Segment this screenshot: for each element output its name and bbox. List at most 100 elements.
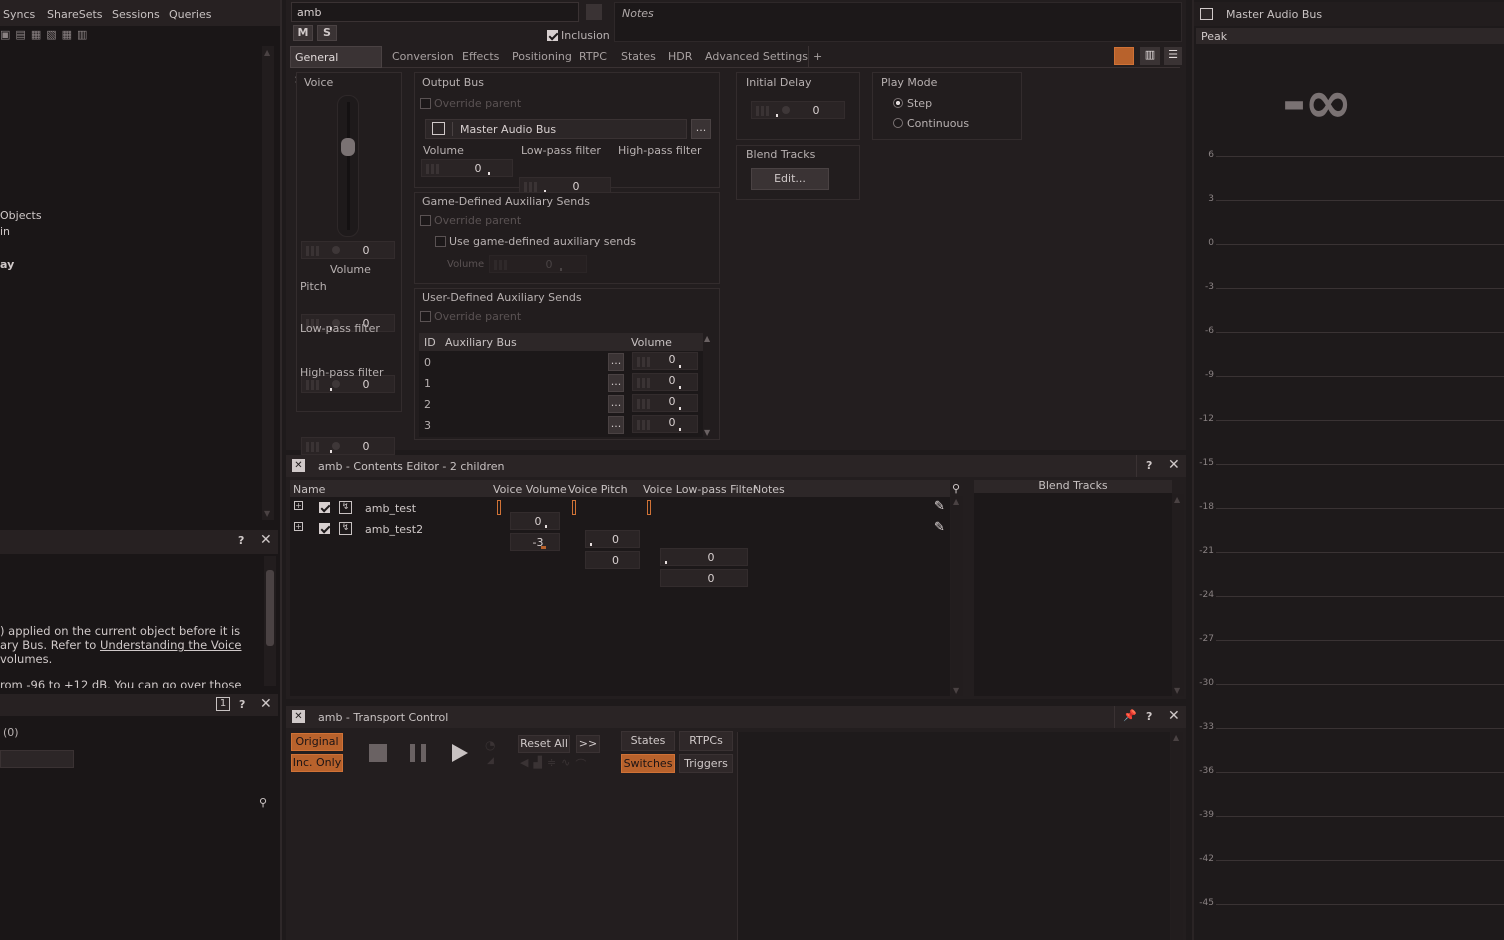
aux-browse-button[interactable]: ... bbox=[608, 374, 624, 392]
close-icon-4[interactable]: ✕ bbox=[1168, 708, 1180, 724]
help-icon-4[interactable]: ? bbox=[1146, 710, 1152, 723]
play-icon[interactable] bbox=[452, 744, 468, 762]
tab-positioning[interactable]: Positioning bbox=[508, 46, 576, 68]
tab-add[interactable]: + bbox=[808, 46, 828, 68]
scroll-down-icon[interactable]: ▼ bbox=[264, 509, 270, 518]
layout-split-icon[interactable]: ▥ bbox=[1140, 47, 1160, 65]
original-button[interactable]: Original bbox=[291, 733, 343, 751]
solo-button[interactable]: S bbox=[317, 25, 337, 41]
mute-button[interactable]: M bbox=[293, 25, 313, 41]
blend-scroll-up-icon[interactable]: ▲ bbox=[1174, 495, 1180, 504]
aux-scrollbar[interactable]: ▲ ▼ bbox=[703, 333, 713, 437]
contents-scroll-down-icon[interactable]: ▼ bbox=[953, 686, 959, 695]
rtpcs-button[interactable]: RTPCs bbox=[679, 731, 733, 751]
meter-mode-label[interactable]: Peak bbox=[1201, 30, 1227, 43]
edit-notes-icon[interactable]: ✎ bbox=[934, 499, 945, 514]
tab-effects[interactable]: Effects bbox=[458, 46, 503, 68]
states-button[interactable]: States bbox=[621, 731, 675, 751]
voice-hpf-field[interactable]: 0 bbox=[301, 437, 395, 455]
aux-browse-button[interactable]: ... bbox=[608, 416, 624, 434]
tab-advanced-settings[interactable]: Advanced Settings bbox=[701, 46, 812, 68]
lower-left-filter[interactable] bbox=[0, 750, 74, 768]
aux-col-bus[interactable]: Auxiliary Bus bbox=[445, 336, 517, 349]
tab-sharesets[interactable]: ShareSets bbox=[47, 8, 103, 21]
row-lpf-field[interactable]: 0 bbox=[660, 569, 748, 587]
reset-all-button[interactable]: Reset All bbox=[518, 735, 570, 753]
row-pitch-field[interactable]: 0 bbox=[585, 551, 640, 569]
pause-icon[interactable] bbox=[410, 744, 426, 762]
close-icon-2[interactable]: ✕ bbox=[260, 696, 272, 712]
scroll-up-icon[interactable]: ▲ bbox=[264, 48, 270, 57]
tree-icon-5[interactable]: ▦ bbox=[62, 28, 72, 44]
search-icon-2[interactable]: ⚲ bbox=[952, 482, 960, 495]
col-voice-lpf[interactable]: Voice Low-pass Filter bbox=[643, 483, 757, 496]
slider-thumb[interactable] bbox=[341, 138, 355, 156]
contents-scrollbar[interactable]: ▲ ▼ bbox=[951, 496, 963, 696]
inc-only-button[interactable]: Inc. Only bbox=[291, 754, 343, 772]
notes-field[interactable]: Notes bbox=[614, 2, 1182, 42]
expand-icon[interactable]: + bbox=[294, 501, 303, 510]
output-bus-field[interactable]: Master Audio Bus bbox=[425, 119, 687, 139]
close-icon[interactable]: ✕ bbox=[260, 532, 272, 548]
initial-delay-field[interactable]: 0 bbox=[751, 101, 845, 119]
object-name-field[interactable]: amb bbox=[291, 2, 579, 22]
col-notes[interactable]: Notes bbox=[753, 483, 785, 496]
aux-scroll-down-icon[interactable]: ▼ bbox=[704, 428, 710, 437]
voice-volume-field[interactable]: 0 bbox=[301, 241, 395, 259]
tree-icon[interactable]: ▣ bbox=[0, 28, 10, 44]
aux-col-id[interactable]: ID bbox=[424, 336, 436, 349]
col-name[interactable]: Name bbox=[293, 483, 325, 496]
tab-sessions[interactable]: Sessions bbox=[112, 8, 160, 21]
search-icon[interactable]: ⚲ bbox=[259, 796, 267, 809]
voice-volume-slider[interactable] bbox=[337, 95, 359, 237]
contents-scroll-up-icon[interactable]: ▲ bbox=[953, 497, 959, 506]
output-bus-browse-button[interactable]: ... bbox=[691, 119, 711, 139]
stop-icon[interactable] bbox=[369, 744, 387, 762]
tree-icon-3[interactable]: ▦ bbox=[31, 28, 41, 44]
play-mode-continuous-radio[interactable] bbox=[893, 118, 903, 128]
col-voice-volume[interactable]: Voice Volume bbox=[493, 483, 567, 496]
edit-notes-icon[interactable]: ✎ bbox=[934, 520, 945, 535]
use-game-sends-checkbox[interactable] bbox=[435, 236, 446, 247]
play-mode-step-radio[interactable] bbox=[893, 98, 903, 108]
row-enable-checkbox[interactable] bbox=[319, 523, 330, 534]
transport-scroll-up-icon[interactable]: ▲ bbox=[1173, 733, 1179, 742]
tree-item-ay[interactable]: ay bbox=[0, 258, 14, 271]
row-lpf-field[interactable]: 0 bbox=[660, 548, 748, 566]
aux-scroll-up-icon[interactable]: ▲ bbox=[704, 334, 710, 343]
tree-item-objects[interactable]: Objects bbox=[0, 209, 42, 222]
col-voice-pitch[interactable]: Voice Pitch bbox=[568, 483, 628, 496]
aux-volume-field[interactable]: 0 bbox=[632, 415, 698, 433]
user-override-checkbox[interactable] bbox=[420, 311, 431, 322]
game-override-checkbox[interactable] bbox=[420, 215, 431, 226]
row-enable-checkbox[interactable] bbox=[319, 502, 330, 513]
table-row[interactable]: + ↯ amb_test 0 0 0 ✎ bbox=[290, 498, 950, 566]
pin-icon[interactable]: 📌 bbox=[1123, 709, 1137, 722]
tab-syncs[interactable]: Syncs bbox=[3, 8, 35, 21]
tab-hdr[interactable]: HDR bbox=[664, 46, 696, 68]
tab-conversion[interactable]: Conversion bbox=[388, 46, 458, 68]
row-volume-field[interactable]: -3 bbox=[510, 533, 560, 551]
output-override-checkbox[interactable] bbox=[420, 98, 431, 109]
transport-scrollbar[interactable]: ▲ bbox=[1171, 732, 1183, 940]
blend-scrollbar[interactable]: ▲ ▼ bbox=[1172, 494, 1184, 696]
blend-tracks-edit-button[interactable]: Edit... bbox=[751, 168, 829, 190]
tab-states[interactable]: States bbox=[617, 46, 660, 68]
tab-queries[interactable]: Queries bbox=[169, 8, 211, 21]
close-icon-3[interactable]: ✕ bbox=[1168, 457, 1180, 473]
table-row[interactable]: + ↯ amb_test2 -3 0 0 ✎ bbox=[290, 519, 950, 587]
aux-volume-field[interactable]: 0 bbox=[632, 394, 698, 412]
name-options-icon[interactable] bbox=[586, 4, 602, 20]
transport-more-button[interactable]: >> bbox=[576, 735, 600, 753]
aux-browse-button[interactable]: ... bbox=[608, 395, 624, 413]
aux-col-volume[interactable]: Volume bbox=[631, 336, 672, 349]
tree-icon-4[interactable]: ▧ bbox=[46, 28, 56, 44]
help-link[interactable]: Understanding the Voice bbox=[100, 638, 242, 652]
help-scroll-thumb[interactable] bbox=[266, 570, 274, 646]
game-volume-field[interactable]: 0 bbox=[489, 255, 587, 273]
layout-stack-icon[interactable]: ☰ bbox=[1164, 47, 1182, 65]
inclusion-checkbox[interactable] bbox=[547, 30, 558, 41]
left-scrollbar[interactable]: ▲ ▼ bbox=[262, 46, 274, 520]
layout-single-icon[interactable] bbox=[1114, 47, 1134, 65]
tree-icon-2[interactable]: ▤ bbox=[15, 28, 25, 44]
